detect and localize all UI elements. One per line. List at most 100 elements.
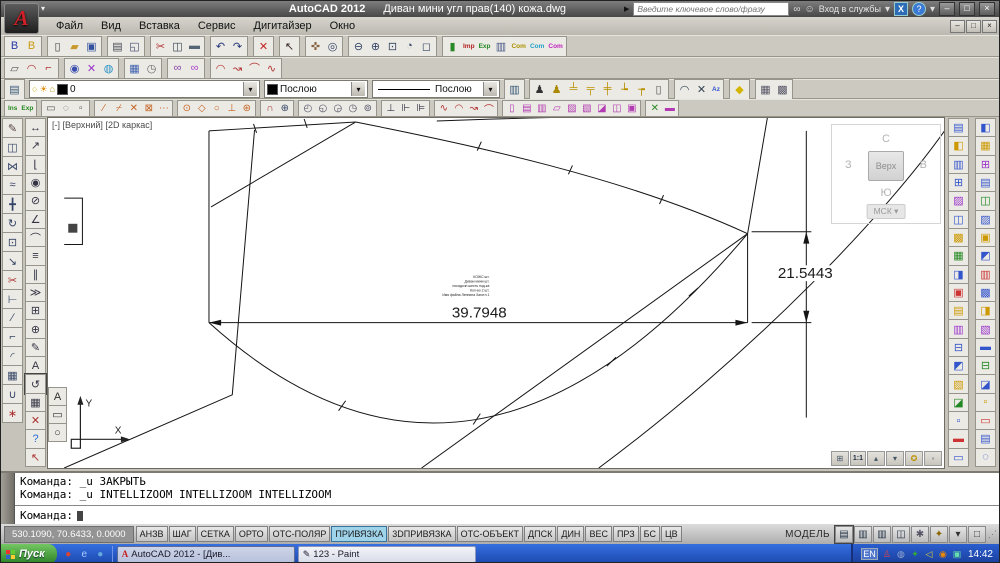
right-tool-icon[interactable]: ◫	[975, 191, 996, 211]
viewport-scale-icon[interactable]: ⊞	[830, 451, 849, 466]
perp3-icon[interactable]: ⊫	[413, 101, 428, 115]
open-icon[interactable]: ▰	[66, 38, 83, 55]
spline3-icon[interactable]: ⌒	[246, 60, 263, 77]
right-tool-icon[interactable]: ◌	[975, 447, 996, 467]
rectangle-icon[interactable]: ▭	[48, 405, 67, 424]
dim-update-icon[interactable]: ↺	[24, 373, 47, 395]
right-tool-icon[interactable]: ▫	[975, 392, 996, 412]
level3-icon[interactable]: ╪	[599, 81, 616, 98]
extend-icon[interactable]: ⊢	[2, 289, 23, 309]
status-toggle-button[interactable]: ШАГ	[168, 526, 196, 542]
right-tool-icon[interactable]: ▤	[975, 429, 996, 449]
people-icon[interactable]: ♟	[531, 81, 548, 98]
right-tool-icon[interactable]: ◨	[975, 301, 996, 321]
doc-minimize-button[interactable]: –	[950, 19, 965, 33]
status-toggle-active[interactable]: ПРИВЯЗКА	[331, 526, 388, 542]
autocad-logo-button[interactable]: A	[4, 3, 39, 34]
hatch-diamond-icon[interactable]: ◆	[731, 81, 748, 98]
viewport-controls-label[interactable]: [-] [Верхний] [2D каркас]	[52, 120, 152, 130]
array-icon[interactable]: ▦	[2, 365, 23, 385]
circle5-icon[interactable]: ⊚	[360, 101, 375, 115]
quicklaunch-ie-icon[interactable]: e	[78, 548, 91, 561]
tray-volume-icon[interactable]: ◁	[923, 548, 935, 560]
rect2-tool-icon[interactable]: ▫	[73, 101, 88, 115]
dim-arclength-icon[interactable]: ⌒	[25, 227, 46, 248]
fillet-icon[interactable]: ◜	[2, 346, 23, 366]
resize-grip[interactable]: ⋰	[988, 529, 997, 540]
level4-icon[interactable]: ┶	[616, 81, 633, 98]
redcurve2-icon[interactable]: ◠	[451, 101, 466, 115]
layer-manager-icon[interactable]: ▤	[6, 81, 23, 98]
undo-icon[interactable]: ↶	[212, 38, 229, 55]
rev-cloud-icon[interactable]: ◠	[676, 81, 693, 98]
infocenter-search-input[interactable]	[633, 2, 790, 16]
level5-icon[interactable]: ┮	[633, 81, 650, 98]
status-toggle-button[interactable]: БС	[639, 526, 660, 542]
right-tool-icon[interactable]: ▨	[975, 209, 996, 229]
command-text-area[interactable]: Команда: _u ЗАКРЫТЬ Команда: _u INTELLIZO…	[15, 473, 999, 526]
right-tool-icon[interactable]: ▨	[948, 191, 969, 211]
insert-block-icon[interactable]: ▮	[444, 38, 461, 55]
dim-centermark-icon[interactable]: ⊕	[25, 319, 46, 339]
right-tool-icon[interactable]: ⊟	[975, 356, 996, 376]
lock-viewport-icon[interactable]: ✪	[905, 451, 923, 466]
command-window-grip[interactable]	[1, 473, 15, 526]
right-tool-icon[interactable]: ▧	[975, 319, 996, 339]
color-x-icon[interactable]: ✕	[83, 60, 100, 77]
mtext-icon[interactable]: A	[48, 387, 67, 406]
import-icon[interactable]: Imp	[461, 38, 477, 55]
doc3-icon[interactable]: ▥	[534, 101, 549, 115]
status-toggle-button[interactable]: ОТС-ОБЪЕКТ	[456, 526, 524, 542]
window-icon[interactable]: ▥	[492, 38, 509, 55]
doc9-icon[interactable]: ▣	[624, 101, 639, 115]
coordinates-readout[interactable]: 530.1090, 70.6433, 0.0000	[4, 525, 134, 543]
right-tool-icon[interactable]: ▭	[975, 411, 996, 431]
right-tool-icon[interactable]: ◩	[948, 356, 969, 376]
new-icon[interactable]: ▯	[49, 38, 66, 55]
swirl2-icon[interactable]: ◍	[100, 60, 117, 77]
redcurve4-icon[interactable]: ⌒	[481, 101, 496, 116]
right-tool-icon[interactable]: ▣	[975, 227, 996, 248]
layer-freeze-icon[interactable]: ☀	[39, 84, 47, 95]
lineweight-icon[interactable]: ▥	[506, 81, 523, 98]
viewcube-west[interactable]: З	[845, 159, 852, 171]
xcolor-icon[interactable]: ✕	[647, 101, 662, 115]
quicklaunch-browser-icon[interactable]: ●	[62, 548, 75, 561]
redcurve1-icon[interactable]: ∿	[436, 101, 451, 115]
binoculars-icon[interactable]: ∞	[169, 60, 186, 77]
doc2-icon[interactable]: ▤	[519, 101, 534, 115]
level1-icon[interactable]: ╧	[565, 81, 582, 98]
right-tool-icon[interactable]: ⊞	[948, 172, 969, 193]
stretch-icon[interactable]: ↘	[2, 251, 23, 271]
leader-icon[interactable]: ↖	[25, 447, 46, 467]
dim-angular-icon[interactable]: ∠	[25, 209, 46, 229]
dim-style-icon[interactable]: ▦	[25, 392, 46, 412]
doc5-icon[interactable]: ▨	[564, 101, 579, 115]
scale-down-icon[interactable]: ▾	[886, 451, 904, 466]
snap-apparent-icon[interactable]: ⊠	[141, 101, 156, 115]
right-tool-icon[interactable]: ▤	[975, 172, 996, 193]
lock-ui-icon[interactable]: ✦	[930, 525, 948, 543]
annotate-icon[interactable]: Az	[710, 81, 722, 98]
binoculars2-icon[interactable]: ∞	[186, 60, 203, 77]
viewcube-north[interactable]: С	[882, 133, 890, 145]
viewcube[interactable]: С Ю З В Верх МСК ▾	[831, 124, 941, 224]
sketch-doc-icon[interactable]: ▱	[6, 60, 23, 77]
menu-item[interactable]: Вид	[92, 19, 130, 33]
signin-link[interactable]: Вход в службы	[819, 4, 881, 14]
pan-icon[interactable]: ✜	[307, 38, 324, 55]
dim-radius-icon[interactable]: ◉	[25, 172, 46, 193]
dim-text-edit-icon[interactable]: A	[25, 356, 46, 376]
mline-icon[interactable]: ▬	[662, 101, 677, 115]
quicklaunch-folder-icon[interactable]: ●	[94, 548, 107, 561]
chart-icon[interactable]: ▦	[126, 60, 143, 77]
infocenter-collapse-icon[interactable]: ▶	[624, 5, 629, 13]
layer-on-icon[interactable]: ○	[32, 84, 37, 94]
copy-object-icon[interactable]: ◫	[2, 137, 23, 157]
right-tool-icon[interactable]: ◪	[975, 374, 996, 394]
snap-endpoint-icon[interactable]: ∕	[96, 101, 111, 115]
layout-tab-icon[interactable]: ▥	[854, 525, 872, 543]
linetype-dropdown-icon[interactable]: ▾	[483, 82, 497, 96]
taskbar-task-paint[interactable]: ✎ 123 - Paint	[297, 545, 476, 562]
layout2-tab-icon[interactable]: ▥	[873, 525, 891, 543]
